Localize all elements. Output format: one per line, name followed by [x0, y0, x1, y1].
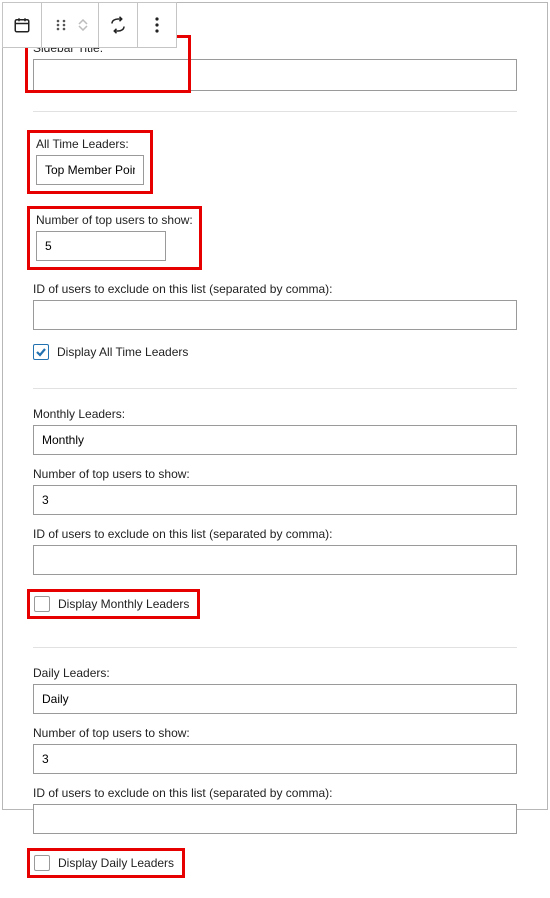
monthly-display-label: Display Monthly Leaders	[58, 597, 189, 611]
separator	[33, 388, 517, 389]
highlight-alltime-heading: All Time Leaders:	[27, 130, 153, 194]
monthly-count-label: Number of top users to show:	[33, 467, 517, 481]
separator	[33, 647, 517, 648]
monthly-heading-label: Monthly Leaders:	[33, 407, 517, 421]
toolbar-segment-move	[42, 3, 99, 47]
calendar-icon[interactable]	[13, 16, 31, 34]
alltime-display-checkbox[interactable]	[33, 344, 49, 360]
daily-heading-input[interactable]	[33, 684, 517, 714]
daily-heading-label: Daily Leaders:	[33, 666, 517, 680]
more-icon[interactable]	[148, 16, 166, 34]
highlight-daily-display: Display Daily Leaders	[27, 848, 185, 878]
highlight-monthly-display: Display Monthly Leaders	[27, 589, 200, 619]
daily-count-label: Number of top users to show:	[33, 726, 517, 740]
monthly-display-row: Display Monthly Leaders	[33, 589, 517, 619]
alltime-exclude-input[interactable]	[33, 300, 517, 330]
daily-display-row: Display Daily Leaders	[33, 848, 517, 878]
alltime-heading-label: All Time Leaders:	[36, 137, 144, 151]
alltime-count-label: Number of top users to show:	[36, 213, 193, 227]
block-toolbar	[2, 2, 177, 48]
move-arrows[interactable]	[78, 19, 88, 31]
daily-count-input[interactable]	[33, 744, 517, 774]
monthly-exclude-input[interactable]	[33, 545, 517, 575]
alltime-heading-input[interactable]	[36, 155, 144, 185]
alltime-exclude-label: ID of users to exclude on this list (sep…	[33, 282, 517, 296]
widget-settings-panel: Sidebar Title: /* override: redo sidebar…	[2, 2, 548, 810]
monthly-exclude-label: ID of users to exclude on this list (sep…	[33, 527, 517, 541]
highlight-alltime-count: Number of top users to show:	[27, 206, 202, 270]
alltime-display-row: Display All Time Leaders	[33, 344, 517, 360]
toolbar-segment-transform	[99, 3, 138, 47]
form-area: Sidebar Title: /* override: redo sidebar…	[3, 3, 547, 898]
monthly-heading-input[interactable]	[33, 425, 517, 455]
daily-display-label: Display Daily Leaders	[58, 856, 174, 870]
separator	[33, 111, 517, 112]
drag-icon[interactable]	[52, 16, 70, 34]
replace-icon[interactable]	[109, 16, 127, 34]
daily-exclude-input[interactable]	[33, 804, 517, 834]
alltime-display-label: Display All Time Leaders	[57, 345, 188, 359]
toolbar-segment-block	[3, 3, 42, 47]
alltime-count-input[interactable]	[36, 231, 166, 261]
monthly-count-input[interactable]	[33, 485, 517, 515]
sidebar-title-input[interactable]	[33, 59, 517, 91]
monthly-display-checkbox[interactable]	[34, 596, 50, 612]
toolbar-segment-more	[138, 3, 176, 47]
daily-display-checkbox[interactable]	[34, 855, 50, 871]
daily-exclude-label: ID of users to exclude on this list (sep…	[33, 786, 517, 800]
